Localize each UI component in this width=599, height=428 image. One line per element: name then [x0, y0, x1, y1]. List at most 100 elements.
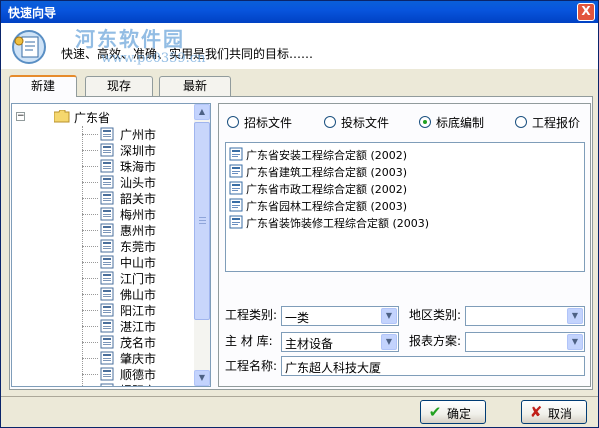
quota-list-label: 广东省装饰装修工程综合定额 (2003) — [246, 217, 430, 230]
tree-branch-line — [82, 134, 98, 135]
cancel-button[interactable]: ✘ 取消 — [521, 400, 587, 424]
document-icon — [100, 223, 114, 237]
document-icon — [100, 287, 114, 301]
tree-city-label: 韶关市 — [120, 192, 157, 206]
document-icon — [229, 147, 243, 161]
project-type-select[interactable]: 一类 ▼ — [281, 306, 399, 326]
material-lib-select[interactable]: 主材设备 ▼ — [281, 332, 399, 352]
tree-city-node[interactable]: 阳江市 — [82, 302, 194, 318]
app-logo-icon — [12, 30, 46, 64]
region-tree[interactable]: − 广东省 广州市深圳市 珠海市汕头市韶关市梅州市惠州市东莞市 中山市江门市佛山市阳… — [11, 103, 211, 387]
tree-city-label: 茂名市 — [120, 336, 157, 350]
tree-city-node[interactable]: 顺德市 — [82, 366, 194, 382]
document-icon — [229, 215, 243, 229]
radio-checked-icon — [419, 116, 431, 128]
project-name-label: 工程名称: — [225, 359, 278, 373]
document-icon — [100, 239, 114, 253]
tree-root-label: 广东省 — [74, 111, 111, 125]
ok-button[interactable]: ✔ 确定 — [420, 400, 486, 424]
tree-city-label: 佛山市 — [120, 288, 157, 302]
tree-city-label: 顺德市 — [120, 368, 157, 382]
region-type-select[interactable]: ▼ — [465, 306, 585, 326]
tab-latest[interactable]: 最新 — [159, 76, 231, 96]
tree-city-node[interactable]: 惠州市 — [82, 222, 194, 238]
scroll-up-icon[interactable]: ▲ — [194, 104, 210, 120]
radio-label: 投标文件 — [341, 116, 390, 130]
tree-content: − 广东省 广州市深圳市 珠海市汕头市韶关市梅州市惠州市东莞市 中山市江门市佛山市阳… — [12, 104, 196, 386]
radio-label: 招标文件 — [244, 116, 293, 130]
header-banner: 河东软件园 快速、高效、准确、实用是我们共同的目标…… www.pc0359.c… — [1, 23, 598, 69]
chevron-down-icon[interactable]: ▼ — [381, 334, 397, 350]
tree-city-label: 广州市 — [120, 128, 157, 142]
tree-city-node[interactable]: 揭阳市 — [82, 382, 194, 386]
tree-city-label: 梅州市 — [120, 208, 157, 222]
radio-icon — [515, 116, 527, 128]
tree-city-node[interactable]: 深圳市 — [82, 142, 194, 158]
tree-city-node[interactable]: 东莞市 — [82, 238, 194, 254]
document-icon — [100, 271, 114, 285]
tree-city-label: 惠州市 — [120, 224, 157, 238]
tree-city-label: 江门市 — [120, 272, 157, 286]
chevron-down-icon[interactable]: ▼ — [567, 308, 583, 324]
tree-city-node[interactable]: 江门市 — [82, 270, 194, 286]
tree-branch-line — [82, 150, 98, 151]
scroll-down-icon[interactable]: ▼ — [194, 370, 210, 386]
tree-city-label: 东莞市 — [120, 240, 157, 254]
tree-branch-line — [82, 246, 98, 247]
tree-city-node[interactable]: 佛山市 — [82, 286, 194, 302]
quota-list-item[interactable]: 广东省市政工程综合定额 (2002) — [229, 180, 569, 196]
scroll-thumb[interactable] — [194, 122, 210, 320]
document-icon — [229, 198, 243, 212]
collapse-icon[interactable]: − — [16, 112, 25, 121]
project-name-input[interactable]: 广东超人科技大厦 — [281, 356, 585, 376]
tree-branch-line — [82, 198, 98, 199]
tree-city-label: 深圳市 — [120, 144, 157, 158]
options-panel: 招标文件 投标文件 标底编制 工程报价 广东省安装工程综合定额 (2002) 广东… — [218, 103, 591, 387]
tree-city-node[interactable]: 肇庆市 — [82, 350, 194, 366]
title-bar[interactable]: 快速向导 X — [1, 1, 598, 23]
window-title: 快速向导 — [8, 6, 57, 20]
chevron-down-icon[interactable]: ▼ — [381, 308, 397, 324]
chevron-down-icon[interactable]: ▼ — [567, 334, 583, 350]
document-icon — [229, 164, 243, 178]
tree-city-label: 汕头市 — [120, 176, 157, 190]
radio-label: 标底编制 — [436, 116, 485, 130]
watermark-url: www.pc0359.cn — [101, 51, 206, 66]
tree-city-node[interactable]: 梅州市 — [82, 206, 194, 222]
tree-city-node[interactable]: 汕头市 — [82, 174, 194, 190]
quota-list-item[interactable]: 广东省安装工程综合定额 (2002) — [229, 146, 569, 162]
tree-city-node[interactable]: 湛江市 — [82, 318, 194, 334]
tree-branch-line — [82, 294, 98, 295]
close-button[interactable]: X — [577, 3, 595, 21]
tree-city-node[interactable]: 中山市 — [82, 254, 194, 270]
quota-list-item[interactable]: 广东省建筑工程综合定额 (2003) — [229, 163, 569, 179]
tree-branch-line — [82, 342, 98, 343]
document-icon — [229, 181, 243, 195]
tree-city-label: 揭阳市 — [120, 382, 156, 386]
quota-list[interactable]: 广东省安装工程综合定额 (2002) 广东省建筑工程综合定额 (2003) 广东省市… — [225, 142, 585, 272]
tree-city-node[interactable]: 茂名市 — [82, 334, 194, 350]
select-value: 主材设备 — [285, 337, 334, 351]
tree-branch-line — [82, 326, 98, 327]
tree-branch-line — [82, 310, 98, 311]
tree-city-label: 湛江市 — [120, 320, 157, 334]
project-type-label: 工程类别: — [225, 308, 278, 322]
tree-branch-line — [82, 262, 98, 263]
quota-list-item[interactable]: 广东省装饰装修工程综合定额 (2003) — [229, 214, 569, 230]
folder-icon — [54, 110, 70, 123]
tree-city-node[interactable]: 韶关市 — [82, 190, 194, 206]
tree-city-node[interactable]: 珠海市 — [82, 158, 194, 174]
tree-branch-line — [82, 230, 98, 231]
document-icon — [100, 303, 114, 317]
report-scheme-select[interactable]: ▼ — [465, 332, 585, 352]
quota-list-label: 广东省安装工程综合定额 (2002) — [246, 149, 408, 162]
radio-icon — [324, 116, 336, 128]
cancel-button-label: 取消 — [548, 407, 573, 421]
tab-existing[interactable]: 现存 — [85, 76, 153, 96]
tree-branch-line — [82, 166, 98, 167]
tab-new[interactable]: 新建 — [9, 75, 77, 97]
tree-scrollbar[interactable]: ▲ ▼ — [194, 104, 210, 386]
quota-list-item[interactable]: 广东省园林工程综合定额 (2003) — [229, 197, 569, 213]
tree-city-node[interactable]: 广州市 — [82, 126, 194, 142]
cross-icon: ✘ — [529, 403, 543, 421]
